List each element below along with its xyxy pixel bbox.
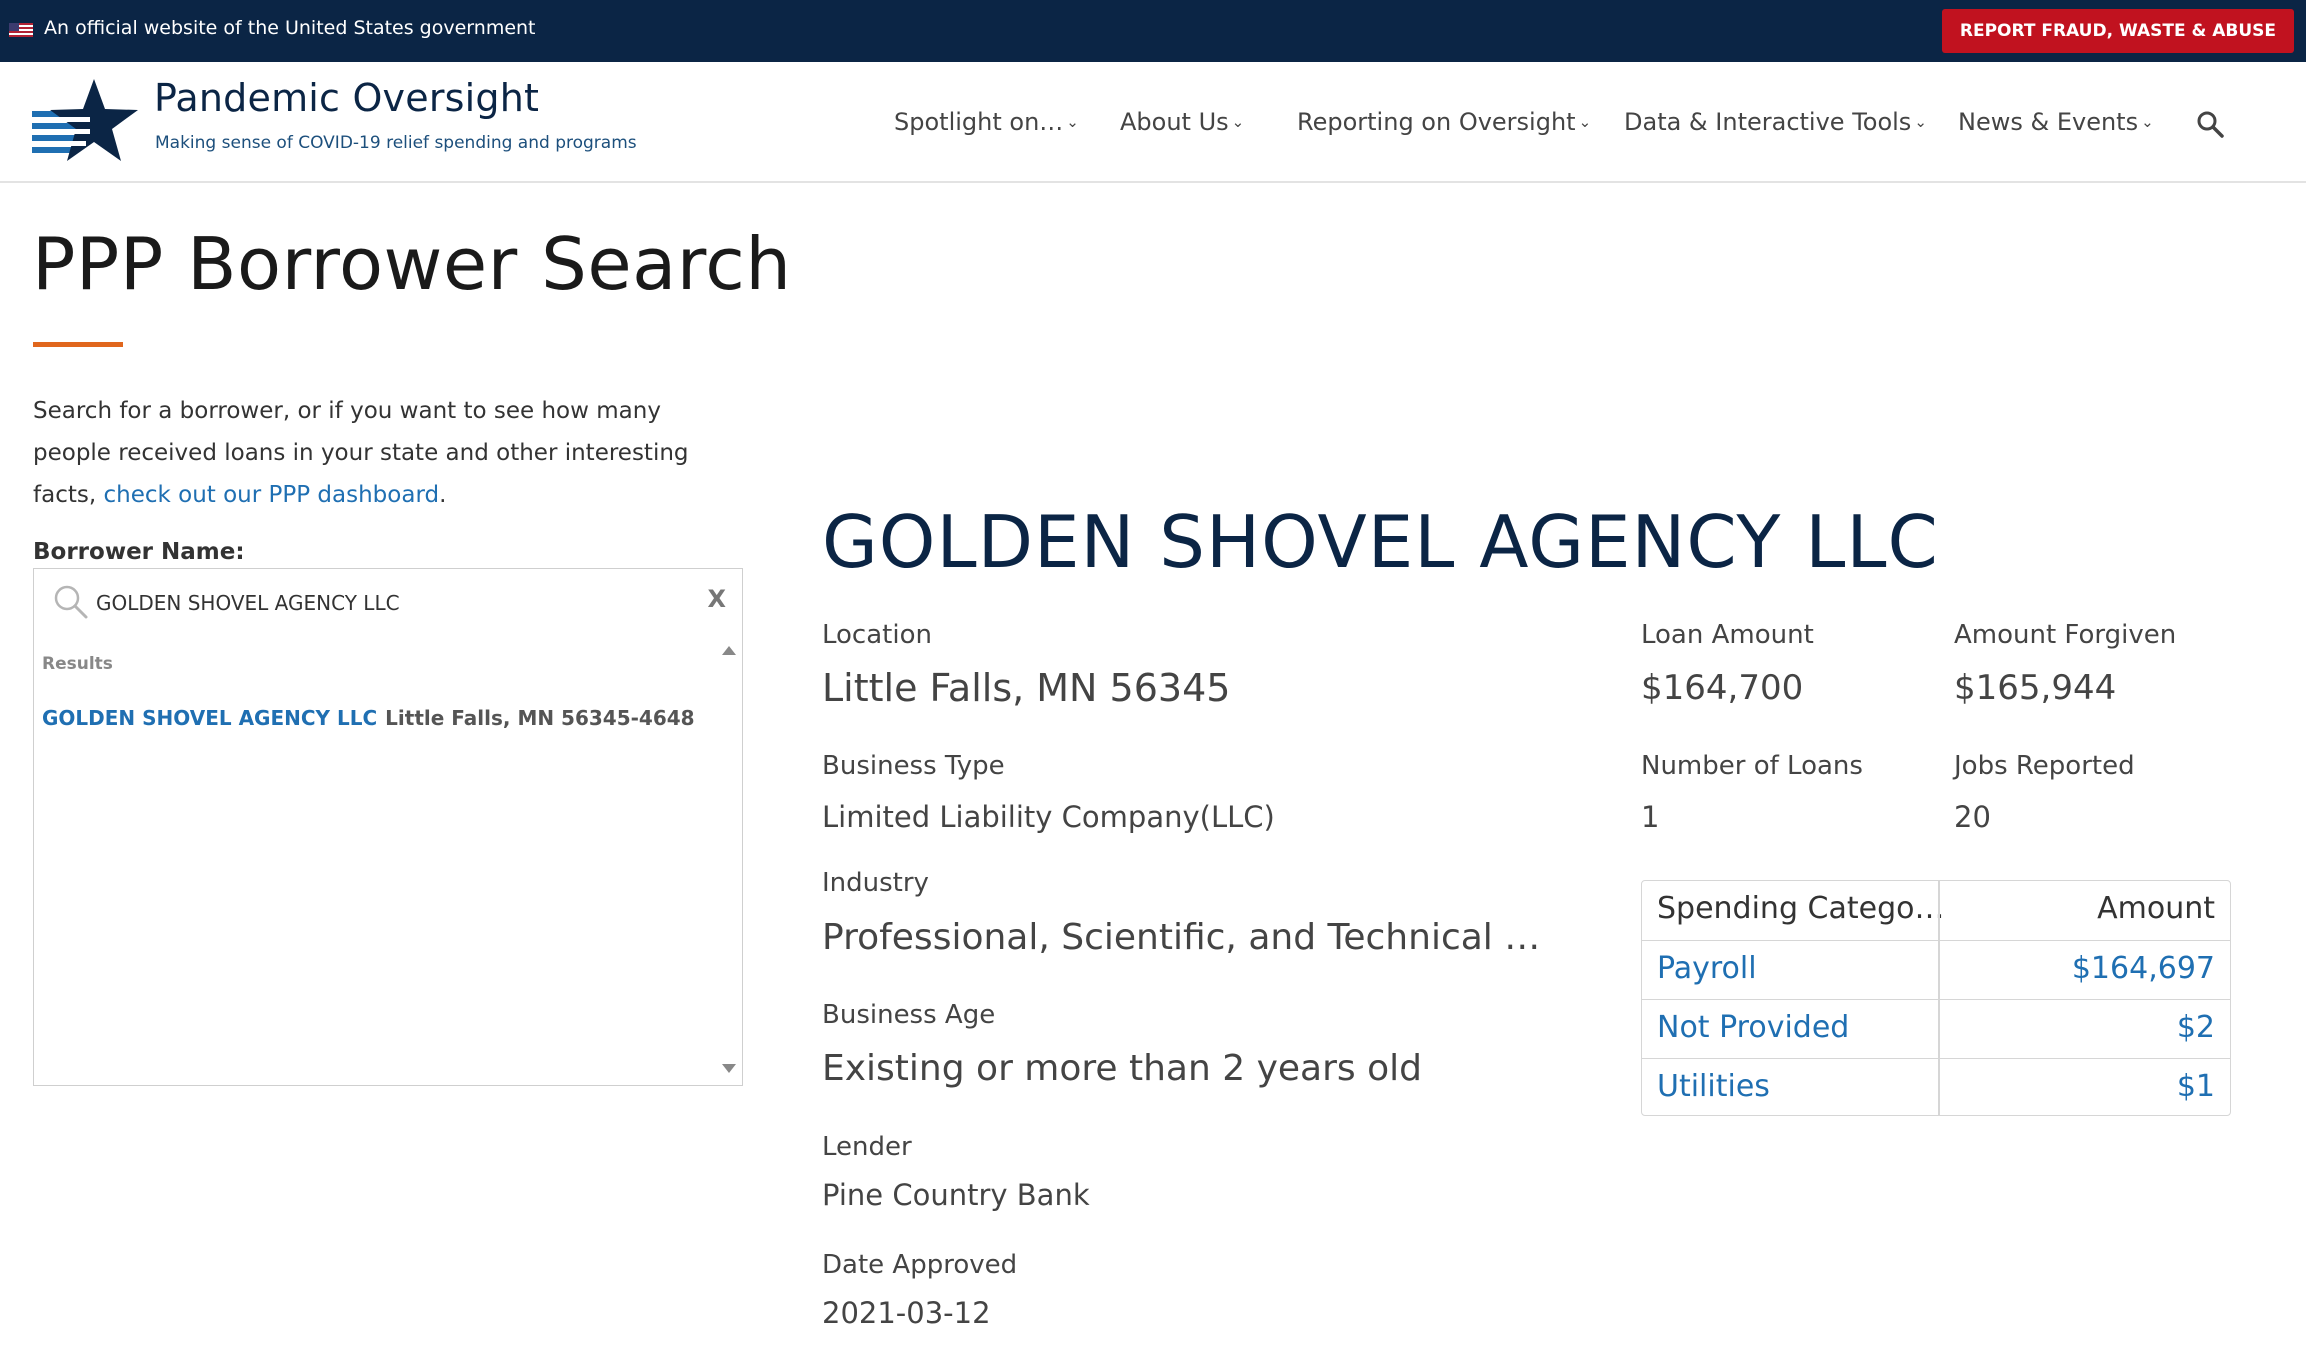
- result-location: Little Falls, MN 56345-4648: [385, 706, 695, 730]
- chevron-down-icon: ⌄: [1066, 113, 1079, 131]
- brand-title-strong: Oversight: [352, 76, 540, 120]
- lender-value: Pine Country Bank: [822, 1178, 1090, 1212]
- column-divider: [1938, 881, 1940, 1115]
- borrower-search-box: X: [33, 568, 743, 635]
- nav-item-label: Data & Interactive Tools: [1624, 108, 1912, 136]
- spending-amount[interactable]: $164,697: [2072, 951, 2215, 986]
- amount-forgiven-value: $165,944: [1954, 668, 2117, 708]
- pandemic-oversight-logo-icon[interactable]: [32, 77, 140, 163]
- spending-amount[interactable]: $1: [2177, 1069, 2215, 1104]
- brand-tagline: Making sense of COVID-19 relief spending…: [155, 133, 637, 153]
- jobs-reported-value: 20: [1954, 800, 1991, 834]
- chevron-down-icon: ⌄: [1578, 113, 1592, 131]
- spending-category-table: Spending Catego… Amount Payroll $164,697…: [1641, 880, 2231, 1116]
- business-age-value: Existing or more than 2 years old: [822, 1048, 1422, 1089]
- amount-forgiven-label: Amount Forgiven: [1954, 620, 2177, 650]
- loan-amount-value: $164,700: [1641, 668, 1804, 708]
- lender-label: Lender: [822, 1132, 912, 1162]
- business-type-value: Limited Liability Company(LLC): [822, 800, 1275, 834]
- gov-banner-text: An official website of the United States…: [44, 17, 536, 39]
- brand-title-light: Pandemic: [154, 76, 353, 120]
- spending-amount[interactable]: $2: [2177, 1010, 2215, 1045]
- ppp-dashboard-link[interactable]: check out our PPP dashboard: [103, 482, 439, 508]
- table-header-row: Spending Catego… Amount: [1642, 881, 2230, 940]
- page-title: PPP Borrower Search: [32, 222, 792, 306]
- nav-item-about-us[interactable]: About Us ⌄: [1120, 108, 1244, 136]
- industry-label: Industry: [822, 868, 929, 898]
- business-type-label: Business Type: [822, 751, 1005, 781]
- search-results-list: Results GOLDEN SHOVEL AGENCY LLC Little F…: [33, 634, 743, 1086]
- nav-item-label: Spotlight on…: [894, 108, 1064, 136]
- result-item[interactable]: GOLDEN SHOVEL AGENCY LLC Little Falls, MN…: [42, 706, 695, 730]
- nav-item-label: News & Events: [1958, 108, 2139, 136]
- nav-item-label: About Us: [1120, 108, 1229, 136]
- borrower-name-label: Borrower Name:: [33, 539, 245, 565]
- report-fraud-button[interactable]: REPORT FRAUD, WASTE & ABUSE: [1941, 9, 2294, 53]
- number-of-loans-label: Number of Loans: [1641, 751, 1863, 781]
- nav-item-reporting[interactable]: Reporting on Oversight ⌄: [1297, 108, 1591, 136]
- table-row: Payroll $164,697: [1642, 940, 2230, 999]
- date-approved-value: 2021-03-12: [822, 1296, 991, 1330]
- search-icon[interactable]: [2196, 110, 2224, 138]
- loan-amount-label: Loan Amount: [1641, 620, 1814, 650]
- result-borrower-name: GOLDEN SHOVEL AGENCY LLC: [42, 706, 378, 730]
- us-flag-icon: [9, 23, 33, 37]
- column-header-category[interactable]: Spending Catego…: [1657, 891, 1944, 926]
- borrower-search-input[interactable]: [94, 583, 658, 623]
- chevron-down-icon: ⌄: [2141, 113, 2154, 131]
- spending-category[interactable]: Utilities: [1657, 1069, 1770, 1104]
- location-value: Little Falls, MN 56345: [822, 666, 1231, 710]
- brand-title[interactable]: Pandemic Oversight: [154, 76, 539, 120]
- clear-search-button[interactable]: X: [707, 585, 726, 613]
- table-row: Utilities $1: [1642, 1058, 2230, 1115]
- industry-value: Professional, Scientific, and Technical …: [822, 917, 1541, 958]
- nav-item-label: Reporting on Oversight: [1297, 108, 1576, 136]
- spending-category[interactable]: Payroll: [1657, 951, 1757, 986]
- location-label: Location: [822, 620, 932, 650]
- search-icon: [54, 585, 88, 619]
- number-of-loans-value: 1: [1641, 800, 1660, 834]
- date-approved-label: Date Approved: [822, 1250, 1018, 1280]
- nav-item-news-events[interactable]: News & Events ⌄: [1958, 108, 2154, 136]
- title-underline: [33, 342, 123, 347]
- site-header: Pandemic Oversight Making sense of COVID…: [0, 62, 2306, 183]
- scroll-down-arrow-icon[interactable]: [722, 1064, 736, 1073]
- column-header-amount[interactable]: Amount: [2097, 891, 2215, 926]
- gov-banner: An official website of the United States…: [0, 0, 2306, 62]
- results-heading: Results: [42, 654, 113, 674]
- table-row: Not Provided $2: [1642, 999, 2230, 1058]
- nav-item-spotlight[interactable]: Spotlight on… ⌄: [894, 108, 1079, 136]
- jobs-reported-label: Jobs Reported: [1954, 751, 2135, 781]
- nav-item-data-tools[interactable]: Data & Interactive Tools ⌄: [1624, 108, 1927, 136]
- intro-paragraph: Search for a borrower, or if you want to…: [33, 390, 743, 516]
- intro-end: .: [439, 482, 447, 508]
- business-age-label: Business Age: [822, 1000, 996, 1030]
- scroll-up-arrow-icon[interactable]: [722, 646, 736, 655]
- chevron-down-icon: ⌄: [1914, 113, 1927, 131]
- chevron-down-icon: ⌄: [1231, 113, 1245, 131]
- spending-category[interactable]: Not Provided: [1657, 1010, 1849, 1045]
- borrower-name-heading: GOLDEN SHOVEL AGENCY LLC: [822, 500, 1939, 584]
